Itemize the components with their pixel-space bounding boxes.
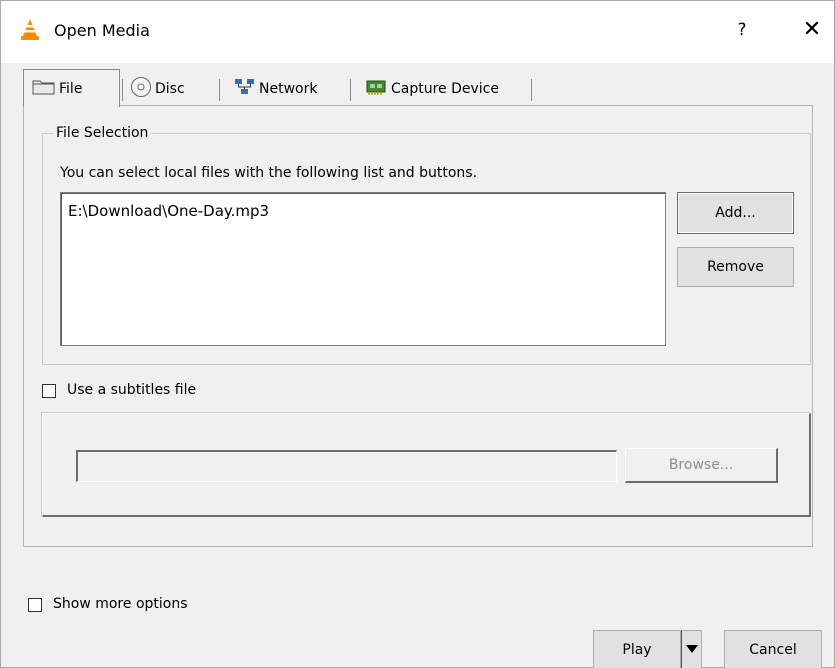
show-more-options-checkbox[interactable] bbox=[28, 598, 42, 612]
tab-capture-device[interactable]: Capture Device bbox=[358, 71, 533, 106]
tab-network-label: Network bbox=[259, 80, 318, 97]
file-list[interactable]: E:\Download\One-Day.mp3 bbox=[60, 192, 666, 346]
disc-icon bbox=[130, 76, 152, 102]
chevron-down-icon bbox=[686, 645, 698, 653]
browse-button[interactable]: Browse... bbox=[625, 448, 778, 483]
play-dropdown-button[interactable] bbox=[681, 630, 702, 668]
tab-disc[interactable]: Disc bbox=[122, 71, 221, 106]
add-button[interactable]: Add... bbox=[677, 192, 794, 234]
close-button[interactable]: ✕ bbox=[797, 15, 827, 45]
file-selection-title: File Selection bbox=[53, 125, 152, 141]
vlc-cone-icon bbox=[19, 18, 41, 42]
tab-file[interactable]: File bbox=[23, 69, 120, 107]
capture-card-icon bbox=[366, 78, 388, 100]
window-title: Open Media bbox=[54, 21, 150, 40]
help-button[interactable]: ? bbox=[727, 15, 757, 45]
tab-separator bbox=[531, 79, 533, 101]
subtitles-checkbox-label[interactable]: Use a subtitles file bbox=[67, 382, 196, 398]
tab-separator bbox=[219, 79, 221, 101]
file-selection-description: You can select local files with the foll… bbox=[60, 165, 478, 181]
open-media-dialog: Open Media ? ✕ File Disc Network Capture… bbox=[0, 0, 835, 668]
subtitles-checkbox[interactable] bbox=[42, 384, 56, 398]
title-bar: Open Media ? ✕ bbox=[1, 1, 834, 63]
network-icon bbox=[234, 78, 256, 100]
subtitles-path-input[interactable] bbox=[76, 450, 617, 482]
tab-network[interactable]: Network bbox=[226, 71, 352, 106]
tab-capture-device-label: Capture Device bbox=[391, 80, 499, 97]
tab-separator bbox=[350, 79, 352, 101]
tab-file-label: File bbox=[59, 80, 83, 97]
play-button[interactable]: Play bbox=[593, 630, 681, 668]
show-more-options-label[interactable]: Show more options bbox=[53, 596, 188, 612]
tab-disc-label: Disc bbox=[155, 80, 185, 97]
remove-button[interactable]: Remove bbox=[677, 247, 794, 287]
cancel-button[interactable]: Cancel bbox=[724, 630, 822, 668]
tab-separator bbox=[122, 79, 124, 101]
folder-icon bbox=[32, 79, 56, 99]
list-item[interactable]: E:\Download\One-Day.mp3 bbox=[68, 202, 269, 220]
